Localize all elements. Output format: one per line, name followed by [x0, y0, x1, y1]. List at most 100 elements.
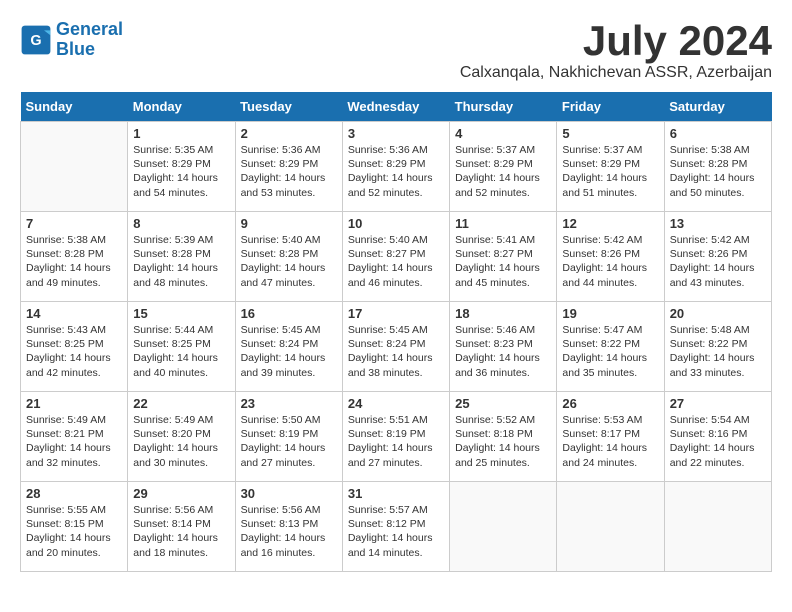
calendar-cell: [557, 482, 664, 572]
cell-content: Sunrise: 5:57 AM Sunset: 8:12 PM Dayligh…: [348, 503, 444, 560]
calendar-cell: 30Sunrise: 5:56 AM Sunset: 8:13 PM Dayli…: [235, 482, 342, 572]
weekday-header-wednesday: Wednesday: [342, 92, 449, 122]
day-number: 8: [133, 216, 229, 231]
cell-content: Sunrise: 5:38 AM Sunset: 8:28 PM Dayligh…: [670, 143, 766, 200]
day-number: 20: [670, 306, 766, 321]
day-number: 28: [26, 486, 122, 501]
week-row-1: 7 Sunrise: 5:38 AM Sunset: 8:28 PM Daylig…: [21, 212, 772, 302]
day-number: 25: [455, 396, 551, 411]
day-number: 30: [241, 486, 337, 501]
day-number: 12: [562, 216, 658, 231]
weekday-header-friday: Friday: [557, 92, 664, 122]
cell-content: Sunrise: 5:39 AM Sunset: 8:28 PM Dayligh…: [133, 233, 229, 290]
cell-content: Sunrise: 5:53 AM Sunset: 8:17 PM Dayligh…: [562, 413, 658, 470]
logo-line2: Blue: [56, 39, 95, 59]
calendar-cell: 23 Sunrise: 5:50 AM Sunset: 8:19 PM Dayli…: [235, 392, 342, 482]
day-number: 26: [562, 396, 658, 411]
day-number: 17: [348, 306, 444, 321]
calendar-cell: 2Sunrise: 5:36 AM Sunset: 8:29 PM Daylig…: [235, 122, 342, 212]
cell-content: Sunrise: 5:48 AM Sunset: 8:22 PM Dayligh…: [670, 323, 766, 380]
calendar-cell: 12 Sunrise: 5:42 AM Sunset: 8:26 PM Dayli…: [557, 212, 664, 302]
calendar-table: SundayMondayTuesdayWednesdayThursdayFrid…: [20, 92, 772, 572]
calendar-cell: 25Sunrise: 5:52 AM Sunset: 8:18 PM Dayli…: [450, 392, 557, 482]
cell-content: Sunrise: 5:50 AM Sunset: 8:19 PM Dayligh…: [241, 413, 337, 470]
logo-line1: General: [56, 19, 123, 39]
cell-content: Sunrise: 5:35 AM Sunset: 8:29 PM Dayligh…: [133, 143, 229, 200]
calendar-cell: 27 Sunrise: 5:54 AM Sunset: 8:16 PM Dayli…: [664, 392, 771, 482]
calendar-cell: 22 Sunrise: 5:49 AM Sunset: 8:20 PM Dayli…: [128, 392, 235, 482]
month-title: July 2024: [460, 20, 772, 62]
cell-content: Sunrise: 5:37 AM Sunset: 8:29 PM Dayligh…: [562, 143, 658, 200]
calendar-cell: 15Sunrise: 5:44 AM Sunset: 8:25 PM Dayli…: [128, 302, 235, 392]
calendar-cell: 10Sunrise: 5:40 AM Sunset: 8:27 PM Dayli…: [342, 212, 449, 302]
day-number: 7: [26, 216, 122, 231]
day-number: 31: [348, 486, 444, 501]
cell-content: Sunrise: 5:49 AM Sunset: 8:20 PM Dayligh…: [133, 413, 229, 470]
calendar-cell: 7 Sunrise: 5:38 AM Sunset: 8:28 PM Daylig…: [21, 212, 128, 302]
logo: G General Blue: [20, 20, 123, 60]
cell-content: Sunrise: 5:45 AM Sunset: 8:24 PM Dayligh…: [241, 323, 337, 380]
cell-content: Sunrise: 5:38 AM Sunset: 8:28 PM Dayligh…: [26, 233, 122, 290]
calendar-cell: 18 Sunrise: 5:46 AM Sunset: 8:23 PM Dayli…: [450, 302, 557, 392]
cell-content: Sunrise: 5:36 AM Sunset: 8:29 PM Dayligh…: [348, 143, 444, 200]
day-number: 18: [455, 306, 551, 321]
logo-text: General Blue: [56, 20, 123, 60]
svg-text:G: G: [30, 33, 41, 49]
calendar-cell: 28 Sunrise: 5:55 AM Sunset: 8:15 PM Dayli…: [21, 482, 128, 572]
calendar-cell: 13Sunrise: 5:42 AM Sunset: 8:26 PM Dayli…: [664, 212, 771, 302]
calendar-cell: 16 Sunrise: 5:45 AM Sunset: 8:24 PM Dayli…: [235, 302, 342, 392]
calendar-cell: 14Sunrise: 5:43 AM Sunset: 8:25 PM Dayli…: [21, 302, 128, 392]
calendar-cell: 26 Sunrise: 5:53 AM Sunset: 8:17 PM Dayli…: [557, 392, 664, 482]
page-header: G General Blue July 2024 Calxanqala, Nak…: [20, 20, 772, 82]
weekday-header-sunday: Sunday: [21, 92, 128, 122]
cell-content: Sunrise: 5:42 AM Sunset: 8:26 PM Dayligh…: [670, 233, 766, 290]
cell-content: Sunrise: 5:54 AM Sunset: 8:16 PM Dayligh…: [670, 413, 766, 470]
day-number: 16: [241, 306, 337, 321]
day-number: 29: [133, 486, 229, 501]
day-number: 6: [670, 126, 766, 141]
week-row-0: 1 Sunrise: 5:35 AM Sunset: 8:29 PM Daylig…: [21, 122, 772, 212]
calendar-cell: 6 Sunrise: 5:38 AM Sunset: 8:28 PM Daylig…: [664, 122, 771, 212]
cell-content: Sunrise: 5:47 AM Sunset: 8:22 PM Dayligh…: [562, 323, 658, 380]
cell-content: Sunrise: 5:42 AM Sunset: 8:26 PM Dayligh…: [562, 233, 658, 290]
weekday-header-saturday: Saturday: [664, 92, 771, 122]
cell-content: Sunrise: 5:49 AM Sunset: 8:21 PM Dayligh…: [26, 413, 122, 470]
calendar-cell: 17 Sunrise: 5:45 AM Sunset: 8:24 PM Dayli…: [342, 302, 449, 392]
calendar-cell: 4Sunrise: 5:37 AM Sunset: 8:29 PM Daylig…: [450, 122, 557, 212]
cell-content: Sunrise: 5:46 AM Sunset: 8:23 PM Dayligh…: [455, 323, 551, 380]
calendar-cell: 5Sunrise: 5:37 AM Sunset: 8:29 PM Daylig…: [557, 122, 664, 212]
weekday-header-tuesday: Tuesday: [235, 92, 342, 122]
day-number: 23: [241, 396, 337, 411]
calendar-cell: 1 Sunrise: 5:35 AM Sunset: 8:29 PM Daylig…: [128, 122, 235, 212]
cell-content: Sunrise: 5:56 AM Sunset: 8:14 PM Dayligh…: [133, 503, 229, 560]
calendar-cell: 19 Sunrise: 5:47 AM Sunset: 8:22 PM Dayli…: [557, 302, 664, 392]
cell-content: Sunrise: 5:40 AM Sunset: 8:28 PM Dayligh…: [241, 233, 337, 290]
calendar-cell: [664, 482, 771, 572]
day-number: 1: [133, 126, 229, 141]
cell-content: Sunrise: 5:45 AM Sunset: 8:24 PM Dayligh…: [348, 323, 444, 380]
cell-content: Sunrise: 5:51 AM Sunset: 8:19 PM Dayligh…: [348, 413, 444, 470]
day-number: 15: [133, 306, 229, 321]
day-number: 19: [562, 306, 658, 321]
calendar-cell: 11 Sunrise: 5:41 AM Sunset: 8:27 PM Dayli…: [450, 212, 557, 302]
day-number: 22: [133, 396, 229, 411]
day-number: 4: [455, 126, 551, 141]
day-number: 21: [26, 396, 122, 411]
calendar-cell: 3 Sunrise: 5:36 AM Sunset: 8:29 PM Daylig…: [342, 122, 449, 212]
calendar-cell: [450, 482, 557, 572]
calendar-cell: 31 Sunrise: 5:57 AM Sunset: 8:12 PM Dayli…: [342, 482, 449, 572]
calendar-cell: 20 Sunrise: 5:48 AM Sunset: 8:22 PM Dayli…: [664, 302, 771, 392]
cell-content: Sunrise: 5:55 AM Sunset: 8:15 PM Dayligh…: [26, 503, 122, 560]
calendar-cell: 9 Sunrise: 5:40 AM Sunset: 8:28 PM Daylig…: [235, 212, 342, 302]
day-number: 9: [241, 216, 337, 231]
day-number: 3: [348, 126, 444, 141]
week-row-4: 28 Sunrise: 5:55 AM Sunset: 8:15 PM Dayli…: [21, 482, 772, 572]
calendar-cell: 21 Sunrise: 5:49 AM Sunset: 8:21 PM Dayli…: [21, 392, 128, 482]
day-number: 11: [455, 216, 551, 231]
day-number: 27: [670, 396, 766, 411]
calendar-cell: 24Sunrise: 5:51 AM Sunset: 8:19 PM Dayli…: [342, 392, 449, 482]
cell-content: Sunrise: 5:41 AM Sunset: 8:27 PM Dayligh…: [455, 233, 551, 290]
day-number: 2: [241, 126, 337, 141]
week-row-2: 14Sunrise: 5:43 AM Sunset: 8:25 PM Dayli…: [21, 302, 772, 392]
weekday-header-row: SundayMondayTuesdayWednesdayThursdayFrid…: [21, 92, 772, 122]
